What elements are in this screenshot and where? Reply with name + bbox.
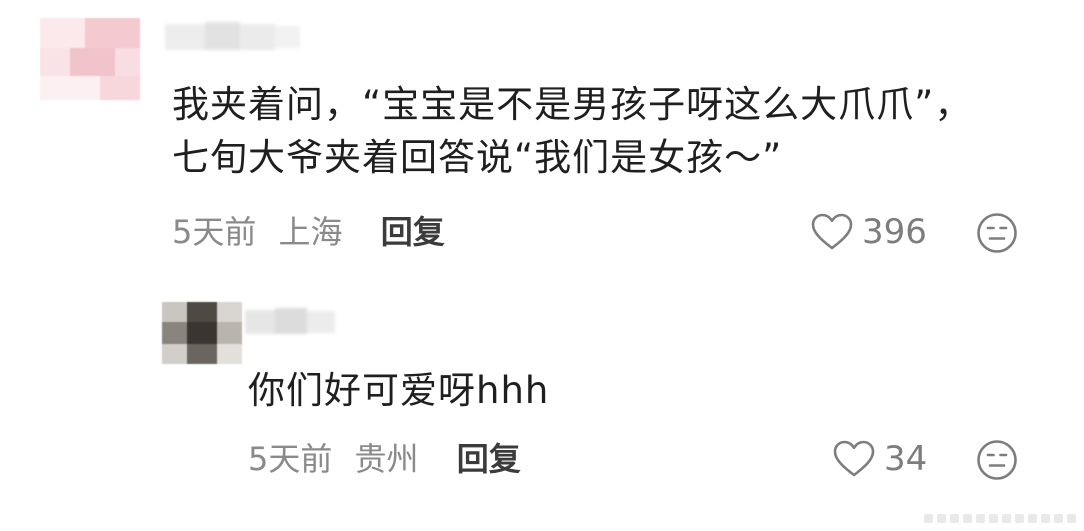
like-count: 396: [862, 212, 927, 252]
dislike-button[interactable]: [976, 439, 1018, 485]
reply-button[interactable]: 回复: [381, 212, 445, 252]
comment-meta: 5天前 贵州 回复: [248, 439, 521, 479]
username-redacted[interactable]: [165, 20, 300, 54]
avatar[interactable]: [162, 302, 242, 364]
comment-text: 我夹着问，“宝宝是不是男孩子呀这么大爪爪”，七旬大爷夹着回答说“我们是女孩～”: [172, 83, 973, 179]
meh-face-icon: [977, 213, 1017, 253]
comment-text: 你们好可爱呀hhh: [248, 369, 550, 412]
like-button[interactable]: 34: [832, 439, 927, 479]
watermark-dots: [924, 514, 1076, 523]
comment-location: 上海: [278, 213, 343, 251]
comment-time: 5天前: [248, 440, 333, 478]
like-count: 34: [884, 439, 928, 479]
meh-face-icon: [977, 440, 1017, 480]
reply-button[interactable]: 回复: [457, 439, 521, 479]
like-button[interactable]: 396: [810, 212, 927, 252]
heart-outline-icon: [811, 213, 853, 250]
avatar[interactable]: [40, 18, 140, 100]
comment-meta: 5天前 上海 回复: [172, 212, 445, 252]
heart-outline-icon: [833, 440, 875, 477]
comment-location: 贵州: [354, 440, 419, 478]
username-redacted[interactable]: [245, 306, 335, 338]
comment-time: 5天前: [172, 213, 257, 251]
dislike-button[interactable]: [976, 212, 1018, 258]
